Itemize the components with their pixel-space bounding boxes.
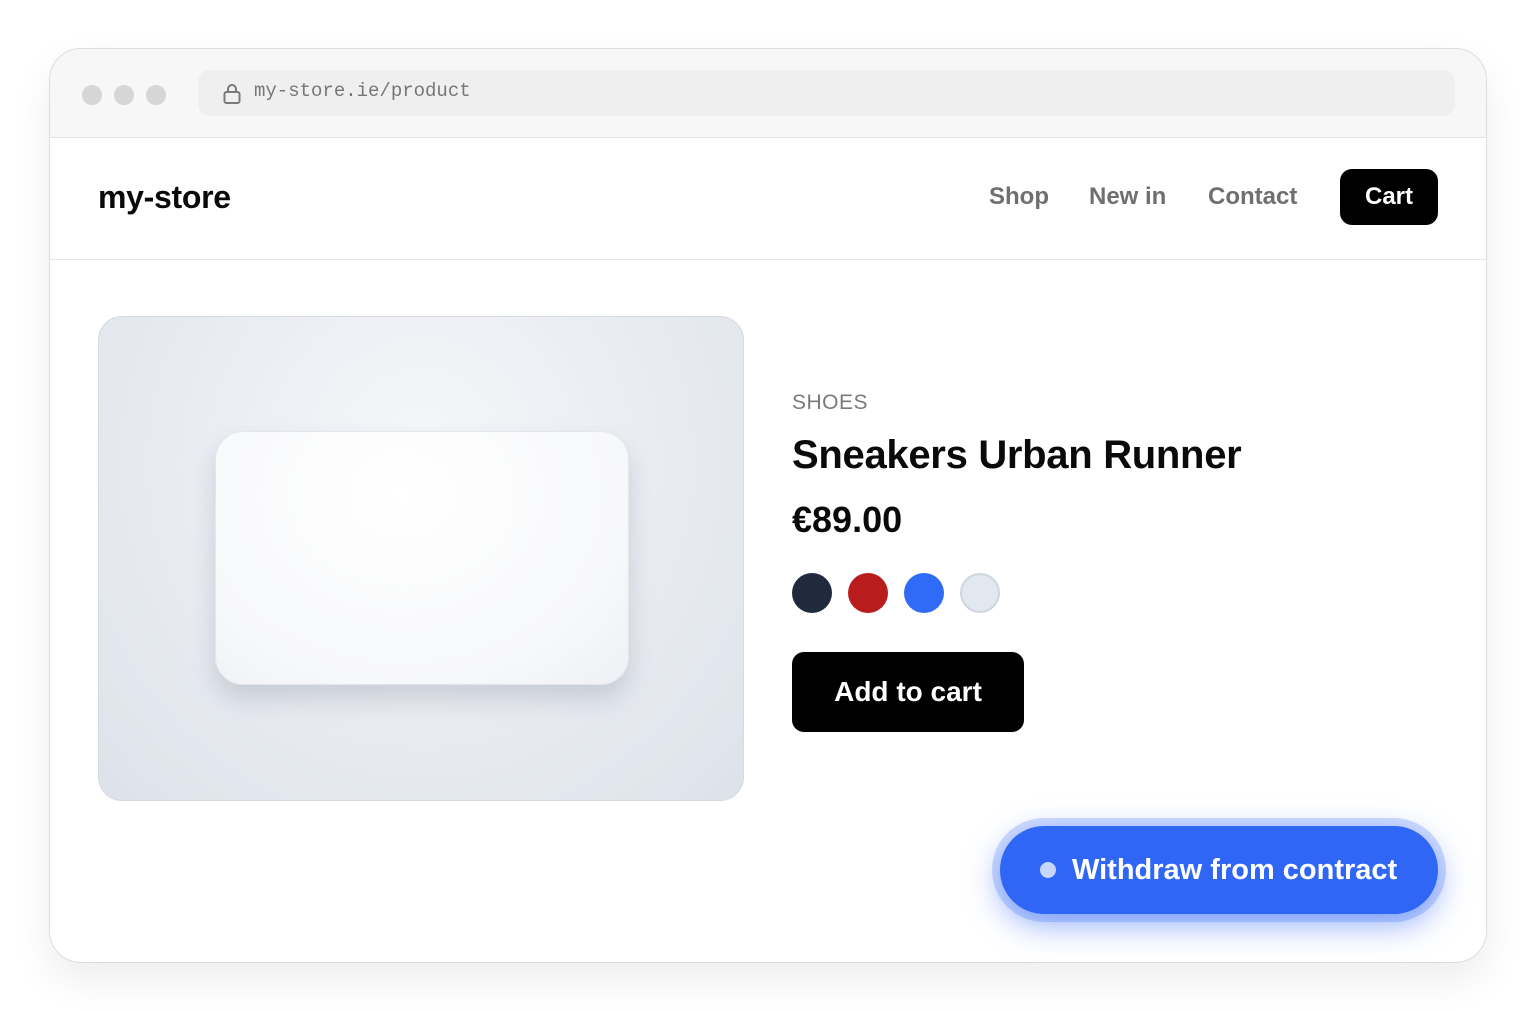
window-minimize-button[interactable] — [114, 85, 134, 105]
color-swatch-navy[interactable] — [792, 573, 832, 613]
address-bar[interactable]: my-store.ie/product — [198, 70, 1455, 116]
withdraw-from-contract-button[interactable]: Withdraw from contract — [1000, 826, 1438, 914]
lock-icon — [223, 84, 241, 104]
product-title: Sneakers Urban Runner — [792, 433, 1242, 477]
color-swatch-blue[interactable] — [904, 573, 944, 613]
withdraw-button-label: Withdraw from contract — [1072, 854, 1398, 886]
window-close-button[interactable] — [82, 85, 102, 105]
browser-window: my-store.ie/product my-store Shop New in… — [49, 48, 1487, 963]
browser-titlebar: my-store.ie/product — [50, 49, 1486, 138]
product-image-placeholder — [215, 431, 629, 685]
store-logo[interactable]: my-store — [98, 179, 231, 216]
product-price: €89.00 — [792, 499, 903, 540]
site-header: my-store Shop New in Contact Cart — [50, 137, 1486, 260]
window-maximize-button[interactable] — [146, 85, 166, 105]
add-to-cart-button[interactable]: Add to cart — [792, 652, 1024, 732]
color-swatch-light-gray[interactable] — [960, 573, 1000, 613]
nav-link-contact[interactable]: Contact — [1208, 183, 1297, 211]
address-bar-url: my-store.ie/product — [254, 80, 471, 102]
cart-button[interactable]: Cart — [1340, 169, 1438, 225]
product-image-panel — [98, 316, 744, 801]
product-category: SHOES — [792, 391, 869, 414]
color-swatch-red[interactable] — [848, 573, 888, 613]
status-dot-icon — [1040, 862, 1056, 878]
nav-link-shop[interactable]: Shop — [989, 183, 1049, 211]
nav-link-new-in[interactable]: New in — [1089, 183, 1166, 211]
